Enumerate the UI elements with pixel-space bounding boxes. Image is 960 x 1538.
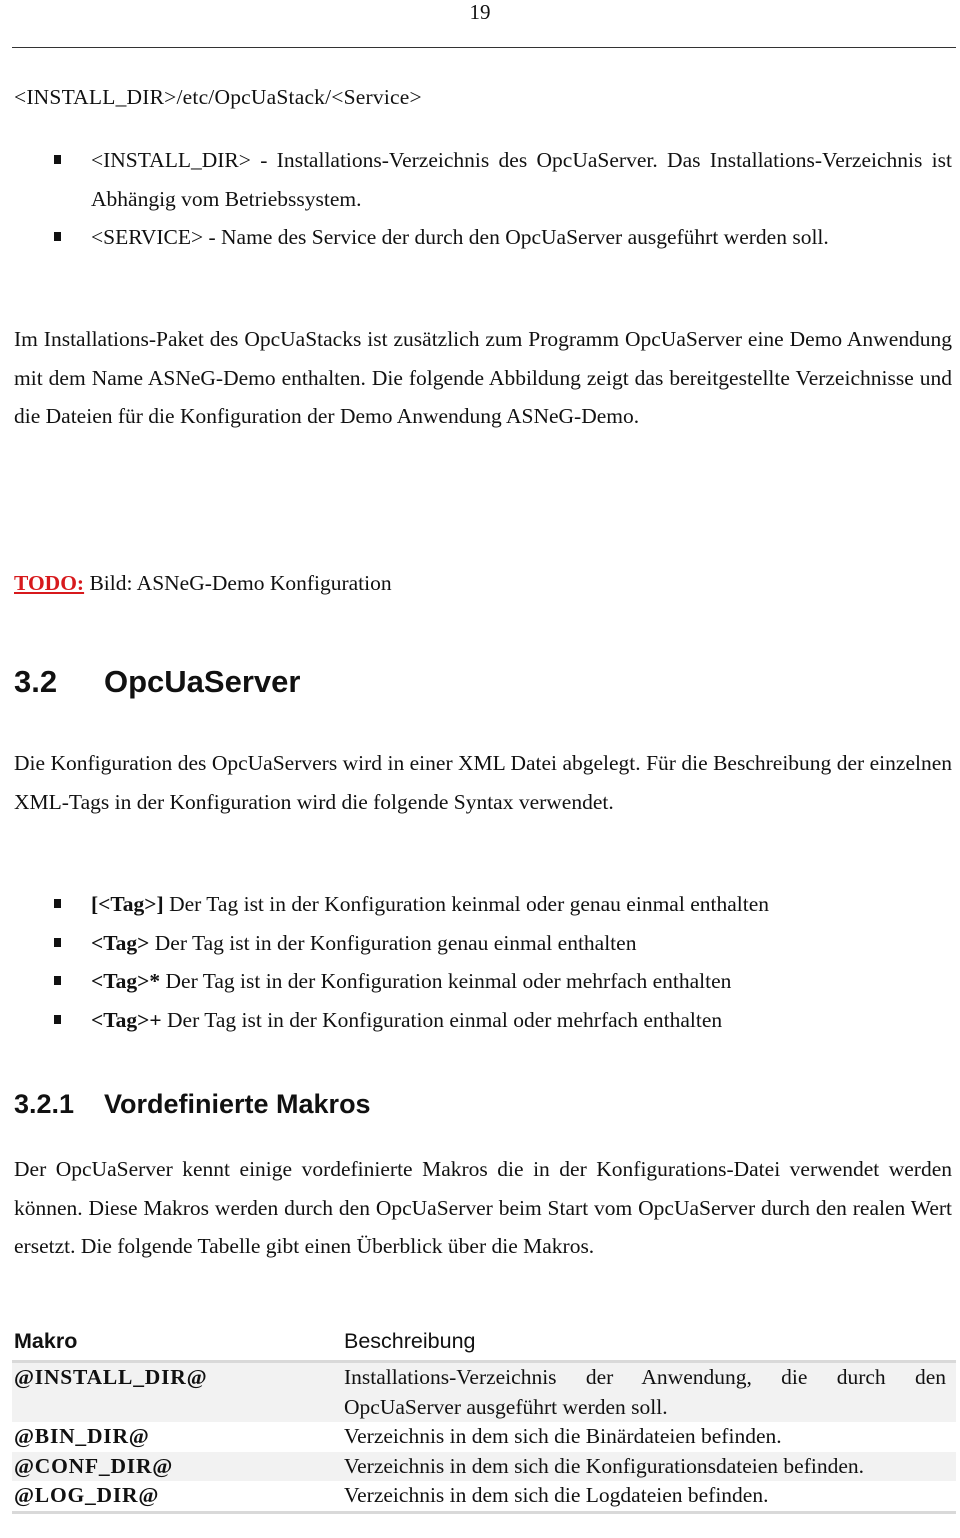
subsection-title: Vordefinierte Makros (104, 1089, 371, 1119)
section-paragraph: Die Konfiguration des OpcUaServers wird … (14, 751, 952, 814)
section-number: 3.2 (14, 664, 58, 699)
table-header-row: Makro Beschreibung (12, 1322, 956, 1363)
list-item: <INSTALL_DIR> - Installations-Verzeichni… (50, 141, 952, 218)
macro-name: @BIN_DIR@ (14, 1424, 150, 1448)
list-item: <Tag> Der Tag ist in der Konfiguration g… (50, 924, 952, 963)
macro-description: Verzeichnis in dem sich die Binärdateien… (344, 1424, 782, 1448)
list-item: [<Tag>] Der Tag ist in der Konfiguration… (50, 885, 952, 924)
bullet-icon (54, 899, 61, 908)
todo-label: TODO: (14, 571, 85, 595)
todo-note: TODO: Bild: ASNeG-Demo Konfiguration (14, 566, 392, 600)
table-row: @BIN_DIR@ Verzeichnis in dem sich die Bi… (12, 1422, 956, 1452)
table-row: @CONF_DIR@ Verzeichnis in dem sich die K… (12, 1451, 956, 1481)
syntax-description: Der Tag ist in der Konfiguration keinmal… (163, 892, 769, 916)
syntax-tag: <Tag>* (91, 969, 161, 994)
macro-table: Makro Beschreibung @INSTALL_DIR@ Install… (12, 1322, 956, 1514)
list-item: <Tag>* Der Tag ist in der Konfiguration … (50, 962, 952, 1001)
syntax-description: Der Tag ist in der Konfiguration keinmal… (160, 969, 732, 994)
section-title: OpcUaServer (104, 664, 301, 699)
todo-text: Bild: ASNeG-Demo Konfiguration (84, 571, 392, 595)
intro-paragraph: Im Installations-Paket des OpcUaStacks i… (14, 327, 952, 429)
bullet-icon (54, 976, 61, 986)
list-item: <Tag>+ Der Tag ist in der Konfiguration … (50, 1001, 952, 1040)
column-header-macro: Makro (12, 1322, 342, 1363)
table-row: @LOG_DIR@ Verzeichnis in dem sich die Lo… (12, 1481, 956, 1514)
list-item-text: <SERVICE> - Name des Service der durch d… (91, 225, 829, 250)
header-divider (12, 47, 956, 48)
subsection-heading: 3.2.1 Vordefinierte Makros (14, 1084, 371, 1124)
syntax-tag: <Tag>+ (91, 1008, 162, 1033)
bullet-icon (54, 232, 61, 242)
macro-description: Verzeichnis in dem sich die Logdateien b… (342, 1481, 956, 1514)
syntax-description: Der Tag ist in der Konfiguration einmal … (161, 1008, 723, 1033)
macro-description: Verzeichnis in dem sich die Konfiguratio… (342, 1451, 956, 1481)
bullet-icon (54, 1015, 61, 1025)
syntax-description: Der Tag ist in der Konfiguration genau e… (149, 930, 637, 955)
config-path: <INSTALL_DIR>/etc/OpcUaStack/<Service> (14, 85, 422, 109)
syntax-list: [<Tag>] Der Tag ist in der Konfiguration… (50, 885, 952, 1040)
macro-name: @CONF_DIR@ (12, 1451, 342, 1481)
section-heading: 3.2 OpcUaServer (14, 660, 300, 704)
column-header-description: Beschreibung (342, 1322, 956, 1363)
macro-description: Installations-Verzeichnis der Anwendung,… (342, 1361, 956, 1422)
syntax-tag: <Tag> (91, 930, 150, 955)
table-row: @INSTALL_DIR@ Installations-Verzeichnis … (12, 1361, 956, 1422)
macro-name: @INSTALL_DIR@ (12, 1361, 342, 1422)
subsection-paragraph: Der OpcUaServer kennt einige vordefinier… (14, 1157, 952, 1259)
syntax-tag: [<Tag>] (91, 892, 164, 916)
list-item-text: <INSTALL_DIR> - Installations-Verzeichni… (91, 148, 952, 211)
placeholder-list: <INSTALL_DIR> - Installations-Verzeichni… (50, 141, 952, 257)
bullet-icon (54, 937, 61, 947)
subsection-number: 3.2.1 (14, 1089, 75, 1119)
list-item: <SERVICE> - Name des Service der durch d… (50, 218, 952, 257)
bullet-icon (54, 155, 61, 164)
page-number: 19 (469, 0, 491, 24)
macro-name: @LOG_DIR@ (12, 1481, 342, 1514)
